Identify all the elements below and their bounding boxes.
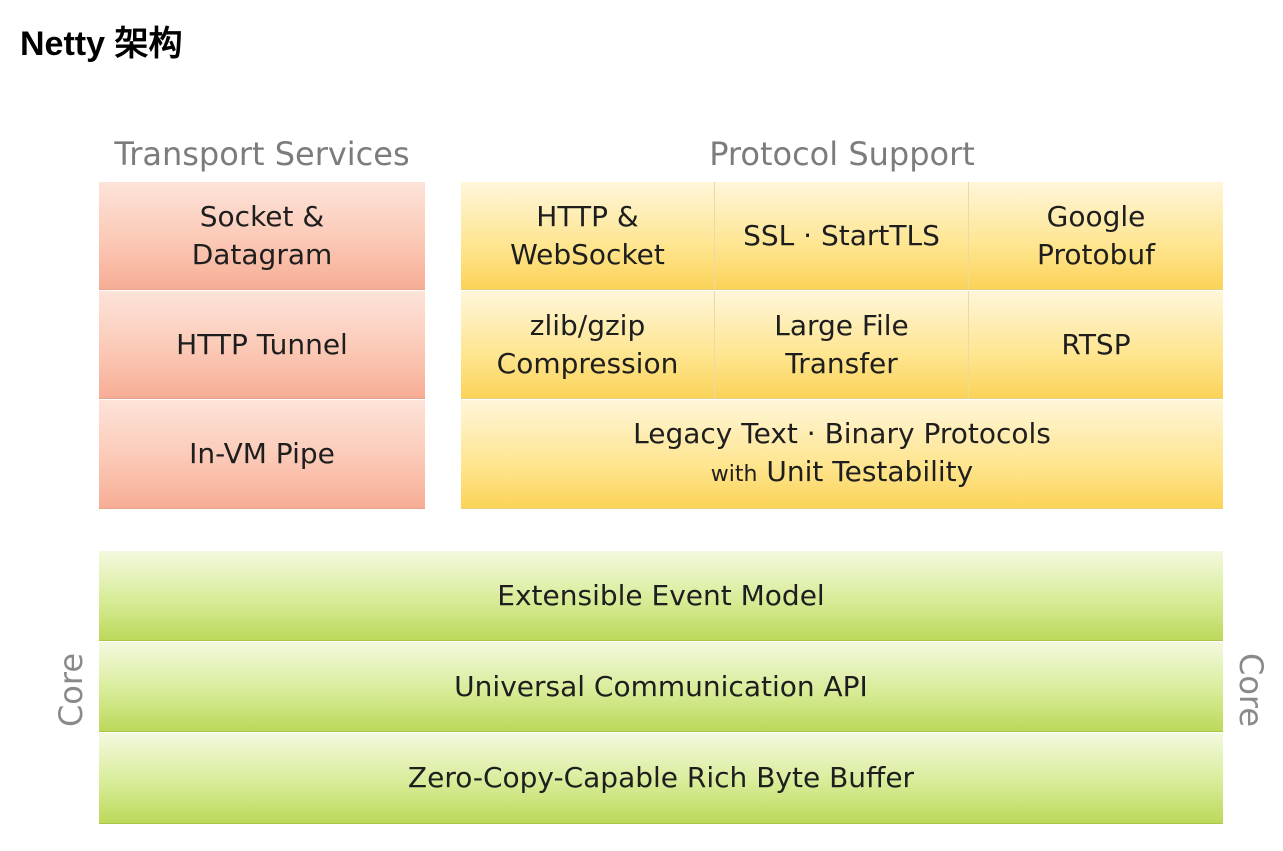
protocol-google-protobuf: Google Protobuf bbox=[969, 182, 1223, 290]
legacy-suffix: Unit Testability bbox=[766, 454, 974, 488]
page-title: Netty 架构 bbox=[20, 25, 183, 63]
core-side-label-left: Core bbox=[52, 652, 90, 728]
transport-socket-datagram: Socket & Datagram bbox=[99, 182, 425, 290]
protocol-support-heading: Protocol Support bbox=[709, 135, 975, 173]
cell-label-line1: HTTP Tunnel bbox=[176, 327, 348, 361]
transport-services-heading: Transport Services bbox=[114, 135, 410, 173]
core-universal-communication-api: Universal Communication API bbox=[99, 642, 1223, 732]
cell-label-line1: Socket & bbox=[199, 199, 325, 233]
transport-in-vm-pipe: In-VM Pipe bbox=[99, 400, 425, 509]
cell-label-line2: Protobuf bbox=[1037, 237, 1155, 271]
cell-label-line1: SSL · StartTLS bbox=[743, 218, 940, 252]
core-zero-copy-byte-buffer: Zero-Copy-Capable Rich Byte Buffer bbox=[99, 733, 1223, 824]
core-extensible-event-model: Extensible Event Model bbox=[99, 551, 1223, 641]
cell-label-line1: zlib/gzip bbox=[529, 308, 646, 342]
cell-label-line2: with Unit Testability bbox=[711, 453, 973, 494]
protocol-http-websocket: HTTP & WebSocket bbox=[461, 182, 715, 290]
protocol-rtsp: RTSP bbox=[969, 291, 1223, 399]
cell-label-line2: Transfer bbox=[785, 346, 898, 380]
core-side-label-right: Core bbox=[1232, 652, 1270, 728]
transport-http-tunnel: HTTP Tunnel bbox=[99, 291, 425, 399]
legacy-prefix: with bbox=[710, 461, 758, 487]
protocol-legacy-text-binary: Legacy Text · Binary Protocols with Unit… bbox=[461, 400, 1223, 509]
cell-label-line1: Google bbox=[1046, 199, 1146, 233]
protocol-zlib-gzip-compression: zlib/gzip Compression bbox=[461, 291, 715, 399]
protocol-ssl-starttls: SSL · StartTLS bbox=[715, 182, 969, 290]
cell-label-line1: In-VM Pipe bbox=[189, 437, 335, 470]
cell-label-line1: Large File bbox=[774, 308, 909, 342]
cell-label-line2: Datagram bbox=[191, 237, 333, 271]
cell-label-line1: HTTP & bbox=[536, 199, 639, 233]
core-layer-label: Universal Communication API bbox=[454, 669, 868, 703]
protocol-large-file-transfer: Large File Transfer bbox=[715, 291, 969, 399]
core-layer-label: Extensible Event Model bbox=[497, 578, 825, 612]
core-layer-label: Zero-Copy-Capable Rich Byte Buffer bbox=[407, 761, 915, 794]
cell-label-line2: WebSocket bbox=[510, 237, 665, 271]
cell-label-line2: Compression bbox=[496, 346, 679, 380]
cell-label-line1: Legacy Text · Binary Protocols bbox=[633, 416, 1051, 450]
cell-label-line1: RTSP bbox=[1061, 327, 1131, 361]
